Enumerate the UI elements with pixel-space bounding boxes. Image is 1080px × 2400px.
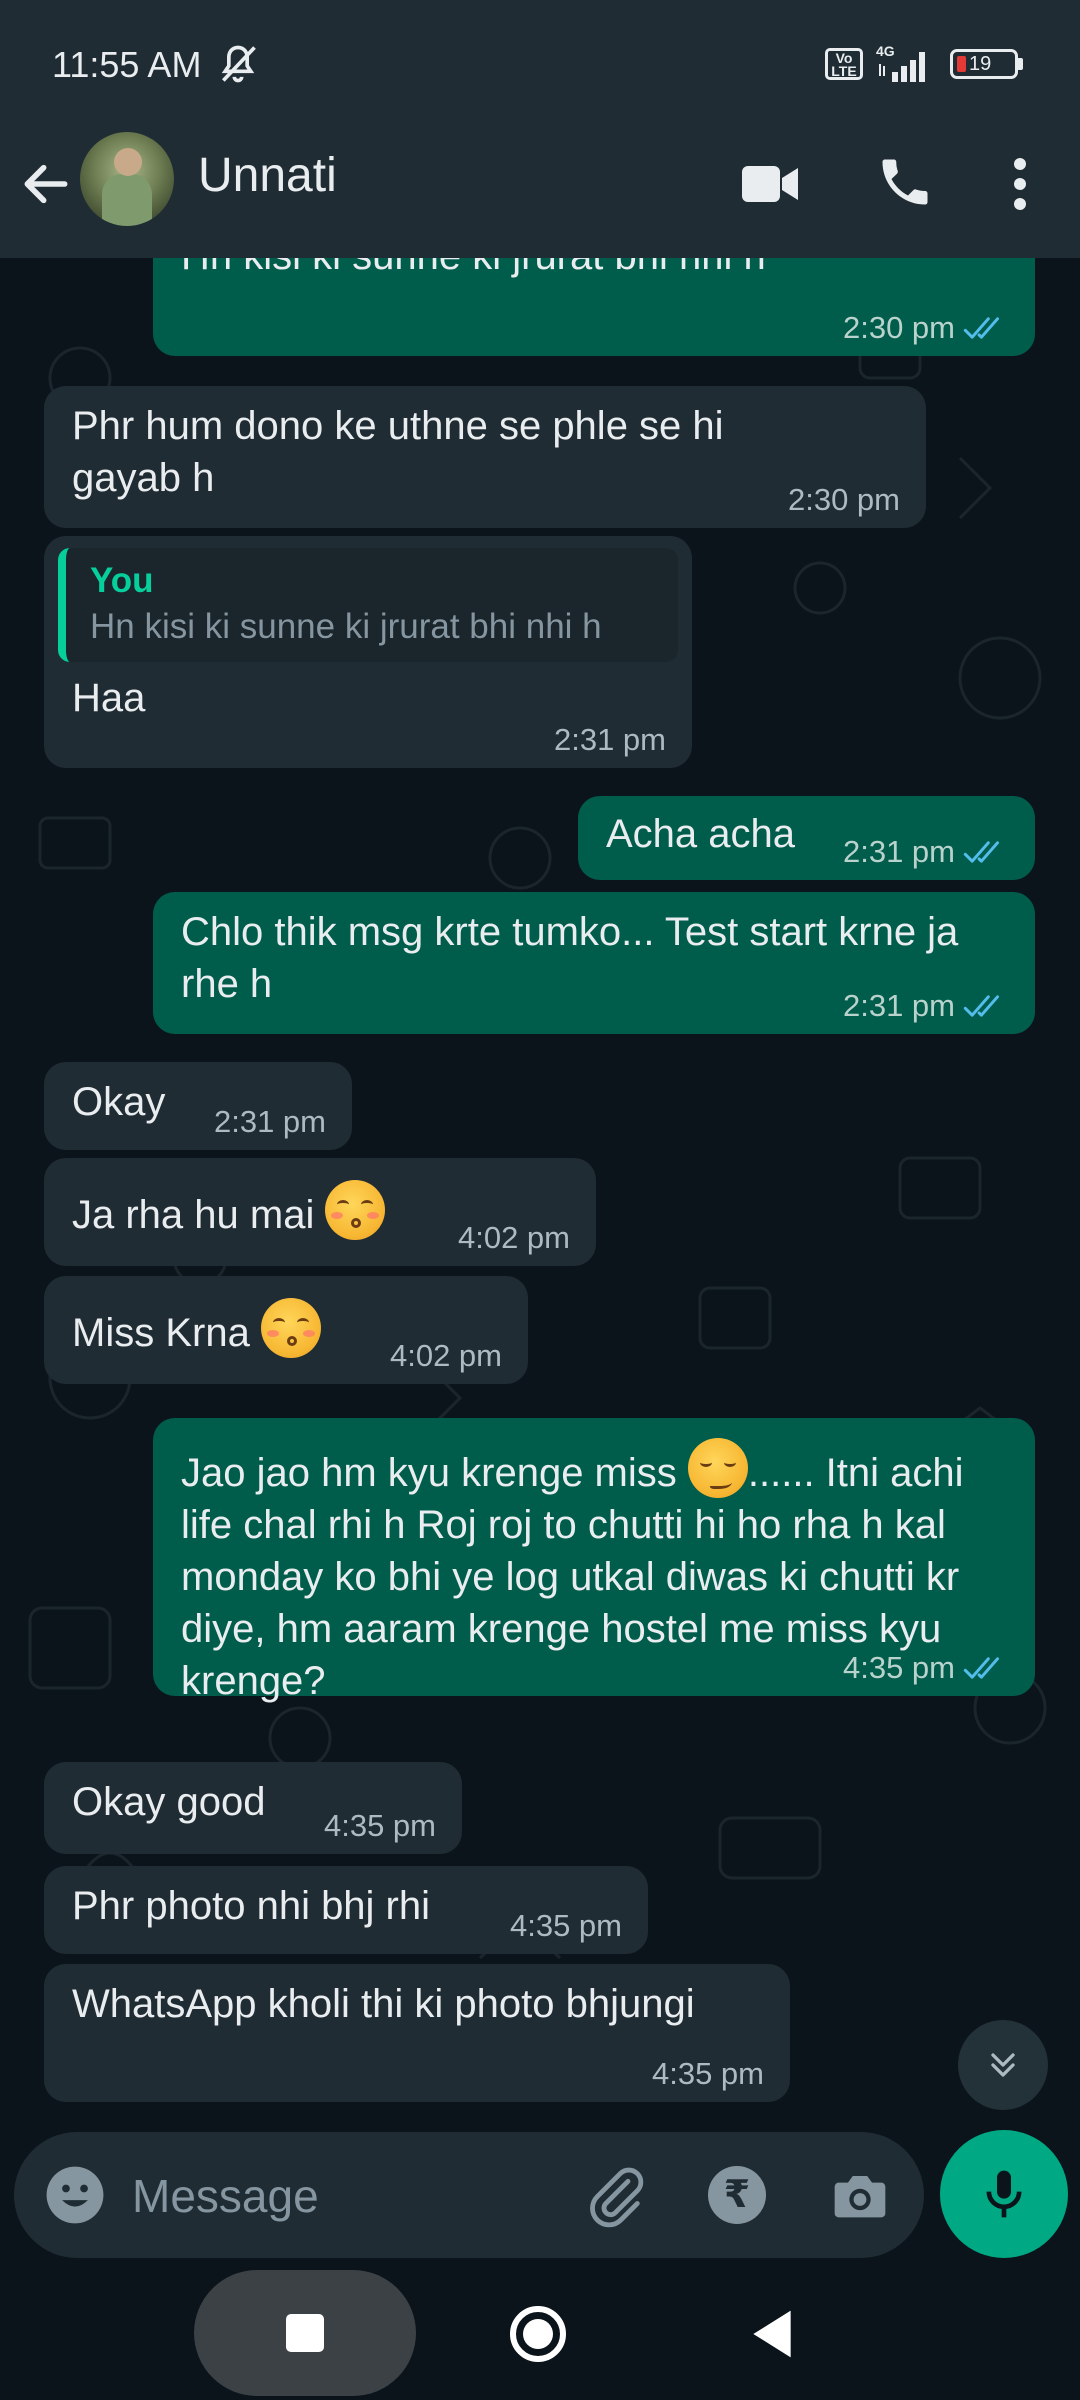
message-text: Hn kisi ki sunne ki jrurat bhi nhi h [181, 258, 1007, 282]
message-outgoing[interactable]: Acha acha 2:31 pm [578, 796, 1035, 880]
status-time: 11:55 AM [52, 44, 202, 85]
camera-icon[interactable] [828, 2164, 892, 2228]
square-icon [286, 2314, 324, 2352]
network-type: 4G [876, 44, 895, 59]
message-input[interactable] [130, 2160, 574, 2232]
contact-avatar[interactable] [80, 132, 174, 226]
microphone-icon [986, 2170, 1022, 2218]
message-outgoing[interactable]: Jao jao hm kyu krenge miss ...... Itni a… [153, 1418, 1035, 1703]
message-incoming[interactable]: Okay good 4:35 pm [44, 1762, 462, 1854]
back-arrow-icon[interactable] [18, 156, 74, 212]
message-text: Ja rha hu mai [72, 1193, 315, 1237]
home-circle-icon[interactable] [508, 2304, 568, 2364]
status-bar: 11:55 AM Vo LTE 4G 19 [0, 0, 1080, 130]
read-ticks-icon [963, 317, 999, 339]
message-incoming[interactable]: Miss Krna 4:02 pm [44, 1276, 528, 1384]
read-ticks-icon [963, 841, 999, 863]
message-incoming[interactable]: Okay 2:31 pm [44, 1062, 352, 1150]
contact-name[interactable]: Unnati [198, 148, 337, 203]
kissing-face-emoji [325, 1180, 386, 1240]
message-text: Phr hum dono ke uthne se phle se hi gaya… [72, 404, 724, 500]
message-text: Miss Krna [72, 1311, 250, 1355]
message-text-part1: Jao jao hm kyu krenge miss [181, 1451, 677, 1495]
message-outgoing[interactable]: Hn kisi ki sunne ki jrurat bhi nhi h 2:3… [153, 258, 1035, 356]
message-time: 2:31 pm [553, 722, 666, 757]
message-time: 4:35 pm [842, 1650, 955, 1685]
chat-header: Unnati [0, 130, 1080, 258]
message-time: 4:02 pm [457, 1220, 570, 1255]
message-time: 2:30 pm [842, 310, 955, 345]
signal-icon: 4G [876, 44, 925, 82]
recents-button[interactable] [194, 2270, 416, 2396]
message-time: 2:31 pm [842, 988, 955, 1023]
video-call-icon[interactable] [740, 156, 800, 212]
message-composer: ₹ [14, 2132, 924, 2258]
message-text: Haa [72, 676, 146, 720]
battery-level: 19 [969, 53, 992, 75]
quoted-message[interactable]: You Hn kisi ki sunne ki jrurat bhi nhi h [58, 548, 678, 662]
bell-off-icon [221, 45, 256, 83]
message-outgoing[interactable]: Chlo thik msg krte tumko... Test start k… [153, 892, 1035, 1034]
emoji-icon[interactable] [44, 2164, 106, 2226]
message-incoming[interactable]: Phr hum dono ke uthne se phle se hi gaya… [44, 386, 926, 528]
chat-area[interactable]: Hn kisi ki sunne ki jrurat bhi nhi h 2:3… [0, 258, 1080, 2130]
message-time: 4:35 pm [651, 2056, 764, 2091]
paperclip-icon[interactable] [584, 2164, 648, 2228]
scroll-to-bottom-button[interactable] [958, 2020, 1048, 2110]
message-text: WhatsApp kholi thi ki photo bhjungi [72, 1982, 695, 2026]
message-time: 2:31 pm [213, 1104, 326, 1139]
message-incoming[interactable]: WhatsApp kholi thi ki photo bhjungi 4:35… [44, 1964, 790, 2102]
battery-icon: 19 [950, 49, 1018, 79]
message-incoming-reply[interactable]: You Hn kisi ki sunne ki jrurat bhi nhi h… [44, 536, 692, 768]
double-chevron-down-icon [991, 2053, 1015, 2077]
message-time: 2:30 pm [787, 482, 900, 517]
rupee-payment-icon[interactable]: ₹ [708, 2166, 766, 2224]
read-ticks-icon [963, 1657, 999, 1679]
microphone-button[interactable] [940, 2130, 1068, 2258]
message-incoming[interactable]: Phr photo nhi bhj rhi 4:35 pm [44, 1866, 648, 1954]
back-triangle-icon[interactable] [748, 2306, 796, 2362]
phone-icon[interactable] [875, 152, 935, 212]
quote-author: You [90, 561, 154, 600]
message-time: 4:02 pm [389, 1338, 502, 1373]
volte-icon: Vo LTE [825, 48, 863, 80]
quote-text: Hn kisi ki sunne ki jrurat bhi nhi h [90, 607, 602, 646]
message-time: 2:31 pm [842, 834, 955, 869]
more-options-icon[interactable] [1000, 154, 1040, 214]
smirking-face-emoji [687, 1438, 748, 1498]
message-time: 4:35 pm [323, 1808, 436, 1843]
message-incoming[interactable]: Ja rha hu mai 4:02 pm [44, 1158, 596, 1266]
kissing-face-emoji [260, 1298, 321, 1358]
read-ticks-icon [963, 995, 999, 1017]
system-navigation-bar [0, 2270, 1080, 2400]
message-time: 4:35 pm [509, 1908, 622, 1943]
